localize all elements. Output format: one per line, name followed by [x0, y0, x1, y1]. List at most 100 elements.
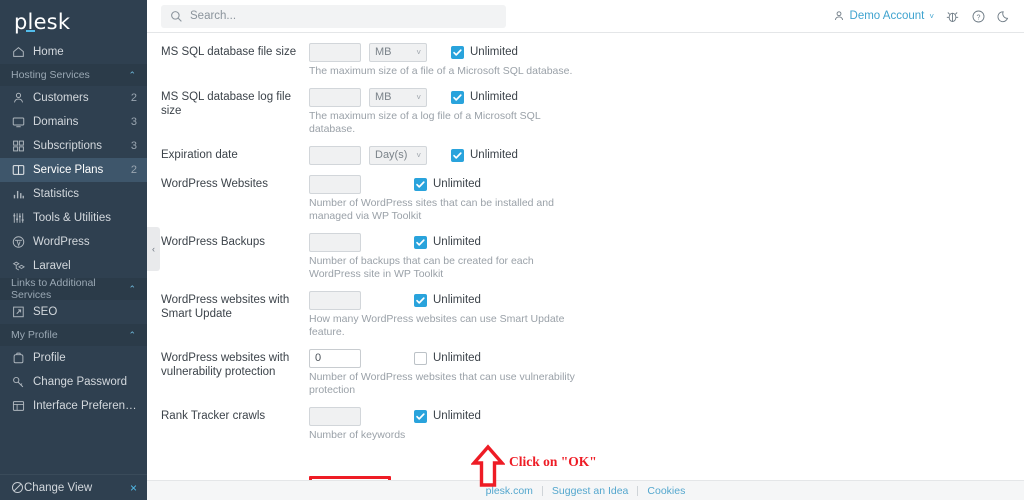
sidebar-item-customers[interactable]: Customers 2 [0, 86, 147, 110]
sidebar-item-wordpress[interactable]: WordPress [0, 230, 147, 254]
unlimited-checkbox[interactable]: Unlimited [414, 235, 481, 249]
unlimited-checkbox[interactable]: Unlimited [451, 45, 518, 59]
checkbox-checked-icon[interactable] [451, 45, 464, 59]
checkbox-checked-icon[interactable] [414, 235, 427, 249]
form-row-controls: MB ˅ Unlimited [309, 87, 1024, 107]
sidebar-item-subscriptions[interactable]: Subscriptions 3 [0, 134, 147, 158]
sidebar-group-my-profile[interactable]: My Profile ⌃ [0, 324, 147, 346]
header-right-controls: Demo Account ˅ ? [833, 9, 1012, 24]
sidebar-item-tools-utilities[interactable]: Tools & Utilities [0, 206, 147, 230]
sidebar-item-label: Interface Preferences [33, 400, 137, 412]
checkbox-checked-icon[interactable] [414, 409, 427, 423]
form-row-fields: Unlimited Number of WordPress websites th… [309, 348, 1024, 397]
unlimited-checkbox[interactable]: Unlimited [414, 177, 481, 191]
sidebar-item-change-view[interactable]: Change View × [0, 475, 147, 500]
unit-select-value: Day(s) [375, 149, 408, 161]
form-row-label: WordPress Backups [161, 236, 265, 248]
checkbox-checked-icon[interactable] [414, 293, 427, 307]
sidebar-item-service-plans[interactable]: Service Plans 2 [0, 158, 147, 182]
form-scroll-region[interactable]: MS SQL database file size MB ˅ Unlimited The… [147, 32, 1024, 480]
monitor-icon [11, 115, 26, 129]
limits-form: MS SQL database file size MB ˅ Unlimited The… [147, 33, 1024, 442]
unlimited-label: Unlimited [433, 352, 481, 364]
user-icon [833, 10, 845, 22]
unlimited-label: Unlimited [433, 236, 481, 248]
unit-select[interactable]: MB ˅ [369, 42, 427, 62]
form-row-controls: Unlimited [309, 174, 1024, 194]
checkbox-checked-icon[interactable] [451, 90, 464, 104]
sidebar-nav-list: Home Hosting Services ⌃ Customers 2 Domains 3 S… [0, 40, 147, 418]
sidebar-group-links-additional-services[interactable]: Links to Additional Services ⌃ [0, 277, 147, 301]
form-row-hint: Number of WordPress websites that can us… [309, 371, 575, 396]
sidebar-item-label: Change Password [33, 376, 127, 388]
form-row-label: Expiration date [161, 149, 238, 161]
home-icon [11, 45, 26, 59]
moon-icon[interactable] [997, 9, 1012, 24]
form-row-label: WordPress Websites [161, 178, 268, 190]
chevron-up-icon[interactable]: ⌃ [128, 284, 136, 294]
plesk-logo[interactable]: plesk [0, 0, 147, 40]
form-row-fields: Unlimited How many WordPress websites can… [309, 290, 1024, 339]
unlimited-checkbox[interactable]: Unlimited [451, 90, 518, 104]
sidebar-collapse-toggle[interactable]: ‹ [147, 227, 160, 271]
footer-link[interactable]: plesk.com [477, 485, 542, 497]
bug-icon[interactable] [945, 9, 960, 24]
close-icon[interactable]: × [130, 481, 137, 495]
limit-value-input [309, 87, 361, 107]
checkbox-checked-icon[interactable] [414, 177, 427, 191]
form-row-hint: Number of backups that can be created fo… [309, 255, 534, 280]
unit-select[interactable]: MB ˅ [369, 87, 427, 107]
sidebar-group-label: Links to Additional Services [11, 277, 96, 301]
sidebar-group-hosting-services[interactable]: Hosting Services ⌃ [0, 64, 147, 86]
sidebar-item-label: Tools & Utilities [33, 212, 111, 224]
chevron-up-icon[interactable]: ⌃ [128, 70, 136, 80]
sidebar-item-profile[interactable]: Profile [0, 346, 147, 370]
sidebar-item-change-password[interactable]: Change Password [0, 370, 147, 394]
unlimited-checkbox[interactable]: Unlimited [414, 409, 481, 423]
footer-link[interactable]: Suggest an Idea [543, 485, 637, 497]
unlimited-label: Unlimited [433, 178, 481, 190]
unit-select[interactable]: Day(s) ˅ [369, 145, 427, 165]
form-row-fields: Unlimited Number of keywords [309, 406, 1024, 442]
sidebar-item-home[interactable]: Home [0, 40, 147, 64]
logo-text: plesk [14, 10, 71, 34]
search-input[interactable] [190, 10, 497, 22]
sidebar-item-seo[interactable]: SEO [0, 300, 147, 324]
limit-value-input [309, 145, 361, 165]
book-icon [11, 163, 26, 177]
sidebar-item-domains[interactable]: Domains 3 [0, 110, 147, 134]
unlimited-checkbox[interactable]: Unlimited [451, 148, 518, 162]
chevron-down-icon: ˅ [416, 150, 421, 160]
sidebar-item-count: 3 [130, 140, 137, 152]
unlimited-checkbox[interactable]: Unlimited [414, 351, 481, 365]
footer-link[interactable]: Cookies [638, 485, 694, 497]
sidebar-item-label: Customers [33, 92, 89, 104]
main-sidebar: plesk Home Hosting Services ⌃ Customers 2 Dom… [0, 0, 147, 500]
form-row: Rank Tracker crawls Unlimited Number of ke… [161, 397, 1024, 442]
sidebar-item-interface-preferences[interactable]: Interface Preferences [0, 394, 147, 418]
form-row-label: WordPress websites with vulnerability pr… [161, 352, 290, 378]
sidebar-item-laravel[interactable]: Laravel [0, 254, 147, 278]
circle-slash-icon [11, 481, 24, 494]
unlimited-checkbox[interactable]: Unlimited [414, 293, 481, 307]
limit-value-input [309, 290, 361, 310]
sidebar-item-label: Statistics [33, 188, 80, 200]
form-row: MS SQL database log file size MB ˅ Unlimite… [161, 78, 1024, 136]
sidebar-item-statistics[interactable]: Statistics [0, 182, 147, 206]
sidebar-footer: Change View × [0, 474, 147, 500]
limit-value-input[interactable] [309, 348, 361, 368]
unit-select-value: MB [375, 46, 392, 58]
sidebar-item-label: SEO [33, 306, 58, 318]
svg-text:?: ? [977, 13, 981, 21]
layout-icon [11, 399, 26, 413]
account-menu[interactable]: Demo Account ˅ [833, 10, 934, 22]
form-row-label: MS SQL database file size [161, 46, 297, 58]
checkbox-checked-icon[interactable] [451, 148, 464, 162]
sidebar-item-count: 2 [130, 92, 137, 104]
sidebar-item-label: Subscriptions [33, 140, 103, 152]
chevron-up-icon[interactable]: ⌃ [128, 330, 136, 340]
search-box[interactable] [161, 4, 506, 28]
checkbox-unchecked-icon[interactable] [414, 351, 427, 365]
help-circle-icon[interactable]: ? [971, 9, 986, 24]
form-row-label: MS SQL database log file size [161, 91, 291, 117]
